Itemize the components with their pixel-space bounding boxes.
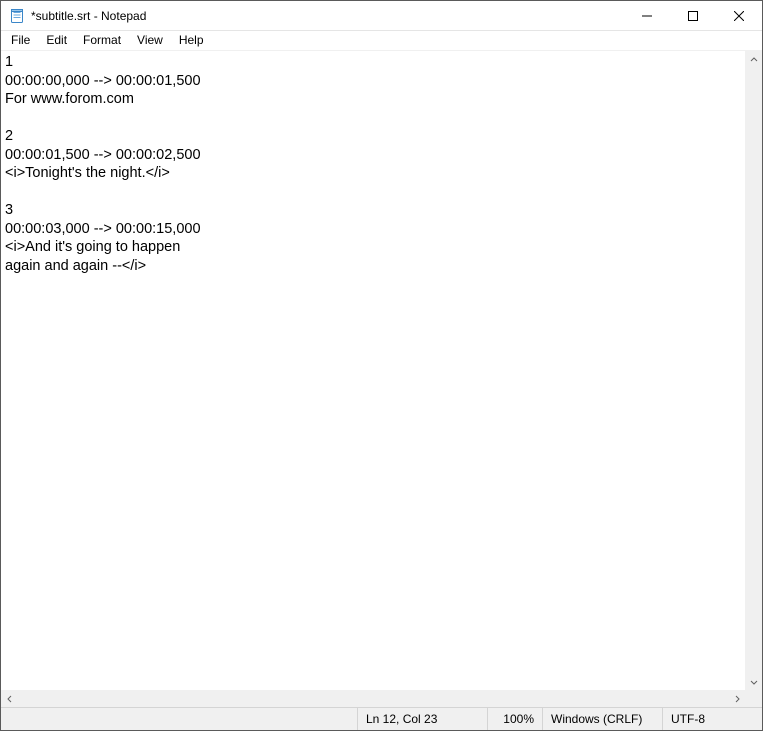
scroll-up-icon[interactable]	[746, 51, 763, 68]
titlebar[interactable]: *subtitle.srt - Notepad	[1, 1, 762, 31]
minimize-button[interactable]	[624, 1, 670, 30]
maximize-button[interactable]	[670, 1, 716, 30]
scroll-right-icon[interactable]	[728, 691, 745, 708]
menu-file[interactable]: File	[3, 32, 38, 49]
horizontal-scrollbar[interactable]	[1, 691, 745, 707]
close-button[interactable]	[716, 1, 762, 30]
status-encoding: UTF-8	[662, 708, 762, 730]
status-position: Ln 12, Col 23	[357, 708, 487, 730]
menu-view[interactable]: View	[129, 32, 171, 49]
menu-help[interactable]: Help	[171, 32, 212, 49]
notepad-window: *subtitle.srt - Notepad File Edit Format…	[0, 0, 763, 731]
horizontal-scrollbar-row	[1, 690, 762, 707]
statusbar: Ln 12, Col 23 100% Windows (CRLF) UTF-8	[1, 707, 762, 730]
status-zoom: 100%	[487, 708, 542, 730]
editor-area	[1, 51, 762, 690]
scroll-left-icon[interactable]	[1, 691, 18, 708]
window-controls	[624, 1, 762, 30]
window-title: *subtitle.srt - Notepad	[31, 8, 624, 23]
scroll-down-icon[interactable]	[746, 673, 763, 690]
menubar: File Edit Format View Help	[1, 31, 762, 51]
vertical-scrollbar[interactable]	[745, 51, 762, 690]
scrollbar-corner	[745, 691, 762, 708]
menu-format[interactable]: Format	[75, 32, 129, 49]
status-spacer	[1, 708, 357, 730]
status-line-ending: Windows (CRLF)	[542, 708, 662, 730]
menu-edit[interactable]: Edit	[38, 32, 75, 49]
notepad-icon	[9, 8, 25, 24]
text-editor[interactable]	[1, 51, 745, 690]
